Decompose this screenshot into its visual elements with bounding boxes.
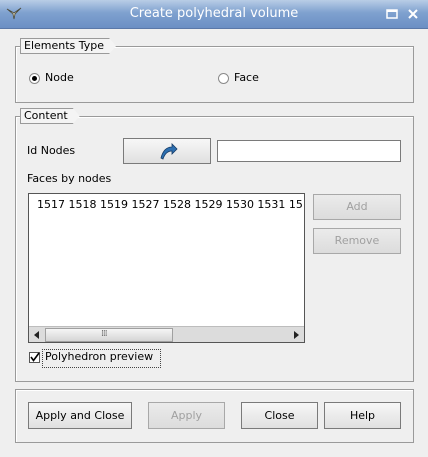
id-nodes-label: Id Nodes: [27, 144, 76, 157]
polyhedron-preview-label[interactable]: Polyhedron preview: [45, 350, 153, 363]
add-button-label: Add: [346, 200, 368, 213]
close-icon[interactable]: [404, 5, 422, 23]
title-bar: Create polyhedral volume: [0, 0, 428, 29]
selection-arrow-icon: [158, 143, 178, 164]
checkmark-icon: [30, 352, 40, 362]
apply-label: Apply: [170, 409, 203, 422]
face-radio[interactable]: [218, 73, 229, 84]
select-nodes-button[interactable]: [123, 138, 211, 164]
scroll-left-icon[interactable]: [31, 329, 43, 341]
scroll-right-icon[interactable]: [290, 329, 302, 341]
faces-list-item[interactable]: 1517 1518 1519 1527 1528 1529 1530 1531 …: [37, 198, 303, 211]
help-label: Help: [349, 409, 376, 422]
faces-by-nodes-label: Faces by nodes: [27, 172, 112, 185]
face-radio-label[interactable]: Face: [234, 71, 259, 84]
node-radio-label[interactable]: Node: [45, 71, 74, 84]
horizontal-scrollbar[interactable]: ⁞⁞⁞: [29, 326, 304, 342]
close-button[interactable]: Close: [241, 402, 318, 429]
id-nodes-input[interactable]: [217, 140, 401, 162]
node-radio[interactable]: [29, 73, 40, 84]
remove-button[interactable]: Remove: [313, 228, 401, 254]
apply-and-close-button[interactable]: Apply and Close: [28, 402, 132, 429]
grip-icon: ⁞⁞⁞: [101, 329, 108, 339]
scrollbar-thumb[interactable]: ⁞⁞⁞: [45, 328, 173, 342]
maximize-icon[interactable]: [383, 5, 401, 23]
close-label: Close: [264, 409, 295, 422]
remove-button-label: Remove: [334, 234, 380, 247]
window-title: Create polyhedral volume: [129, 6, 299, 21]
apply-button[interactable]: Apply: [148, 402, 225, 429]
apply-and-close-label: Apply and Close: [35, 409, 125, 422]
content-title: Content: [20, 108, 80, 124]
elements-type-group: [15, 46, 414, 103]
faces-list[interactable]: 1517 1518 1519 1527 1528 1529 1530 1531 …: [28, 193, 305, 343]
add-button[interactable]: Add: [313, 194, 401, 220]
polyhedron-preview-checkbox[interactable]: [29, 352, 40, 363]
help-button[interactable]: Help: [324, 402, 401, 429]
elements-type-title: Elements Type: [20, 38, 116, 54]
